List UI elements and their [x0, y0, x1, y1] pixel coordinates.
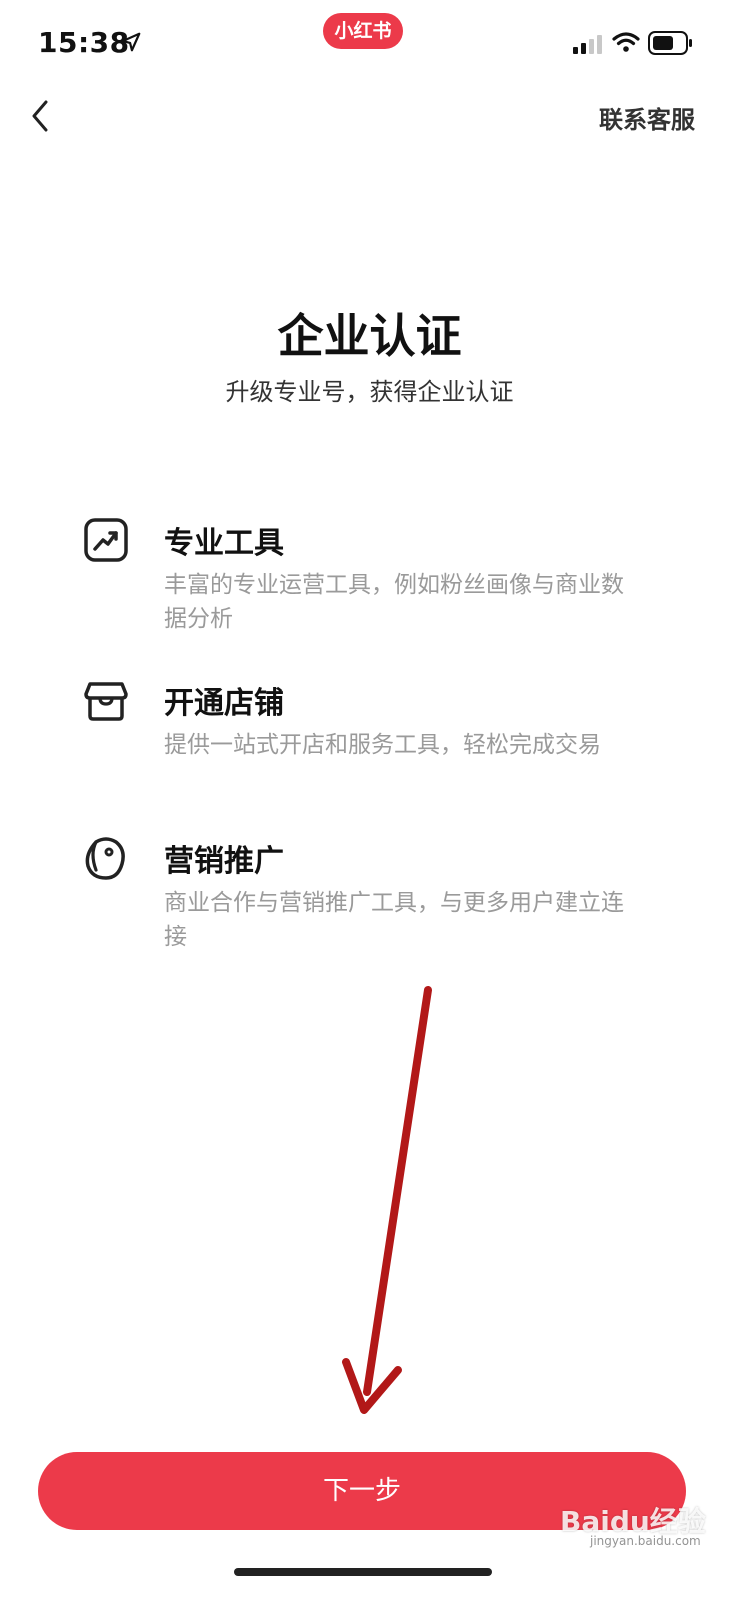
- home-indicator[interactable]: [234, 1568, 492, 1576]
- chevron-left-icon[interactable]: [22, 96, 62, 136]
- cellular-signal-icon: [573, 35, 602, 54]
- feature-description: 丰富的专业运营工具，例如粉丝画像与商业数据分析: [164, 572, 624, 632]
- trend-chart-icon: [84, 518, 128, 562]
- feature-description: 提供一站式开店和服务工具，轻松完成交易: [164, 732, 601, 758]
- watermark-url: jingyan.baidu.com: [590, 1534, 701, 1548]
- feature-title: 营销推广: [164, 844, 284, 879]
- page-subtitle: 升级专业号，获得企业认证: [225, 378, 514, 406]
- wifi-icon: [612, 32, 640, 52]
- feature-description: 商业合作与营销推广工具，与更多用户建立连接: [164, 890, 624, 950]
- feature-title: 专业工具: [164, 526, 284, 561]
- feature-title: 开通店铺: [164, 686, 284, 721]
- contact-support-link[interactable]: 联系客服: [599, 100, 695, 135]
- battery-icon: [648, 31, 692, 55]
- location-arrow-icon: [121, 32, 141, 52]
- annotation-arrow-icon: [342, 986, 432, 1414]
- store-icon: [84, 682, 128, 721]
- tag-icon: [85, 837, 125, 880]
- status-bar: 15:38 小红书: [0, 0, 739, 90]
- app-badge: 小红书: [323, 13, 403, 49]
- page-title: 企业认证: [277, 309, 462, 363]
- status-time: 15:38: [38, 26, 130, 59]
